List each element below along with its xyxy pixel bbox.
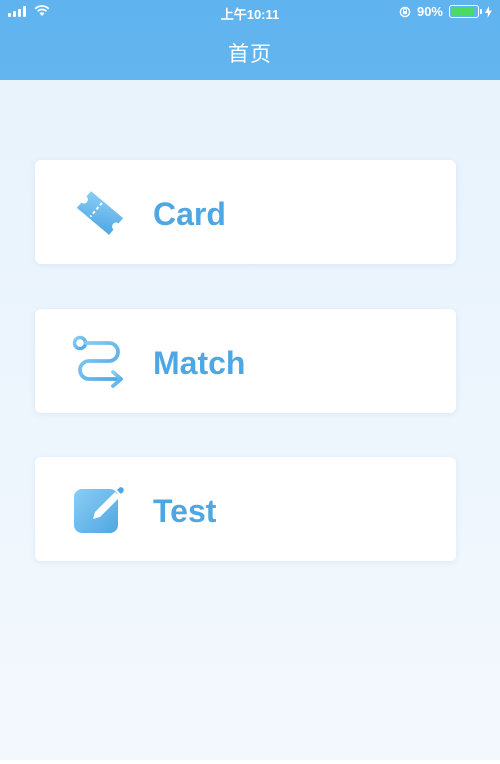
battery-icon (449, 5, 482, 18)
card-menu-item[interactable]: Card (35, 160, 456, 264)
status-bar: 上午10:11 90% (0, 0, 500, 24)
header-bar: 上午10:11 90% 首页 (0, 0, 500, 80)
home-screen: 上午10:11 90% 首页 Card Match Test (0, 0, 500, 764)
page-title: 首页 (228, 43, 272, 66)
card-label: Card (153, 196, 226, 232)
ticket-icon (76, 191, 124, 235)
battery-fill (451, 7, 475, 16)
status-right: 90% (399, 4, 492, 19)
edit-pencil-icon (74, 487, 124, 533)
route-arrow-icon (72, 335, 123, 388)
test-menu-item[interactable]: Test (35, 457, 456, 561)
test-label: Test (153, 493, 217, 529)
match-menu-item[interactable]: Match (35, 309, 456, 413)
battery-percent: 90% (416, 4, 443, 19)
charging-icon (485, 5, 492, 18)
bottom-edge (0, 760, 500, 764)
match-label: Match (153, 345, 246, 381)
rotation-lock-icon (399, 6, 411, 17)
